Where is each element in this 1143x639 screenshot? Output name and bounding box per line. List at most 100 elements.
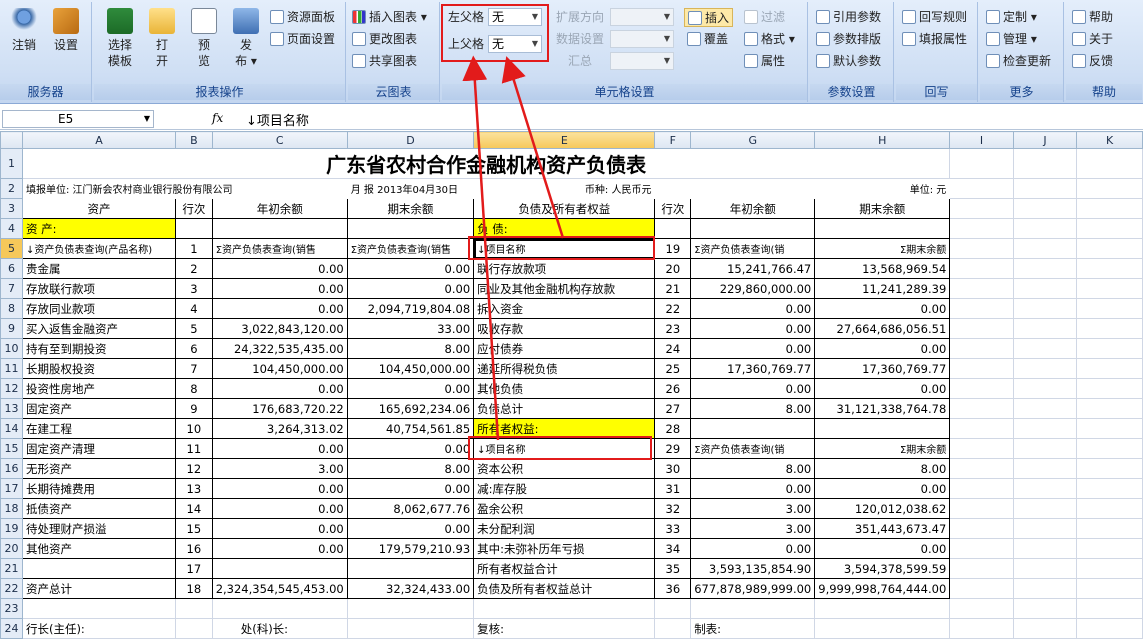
header-cell[interactable]: 资产 — [21, 198, 177, 219]
cell[interactable]: Σ资产负债表查询(销售 — [211, 238, 348, 259]
cell[interactable] — [175, 598, 213, 619]
cell[interactable]: 28 — [654, 418, 692, 439]
cell[interactable]: 递延所得税负债 — [473, 358, 656, 379]
cell[interactable]: 7 — [175, 358, 213, 379]
cell[interactable] — [690, 598, 816, 619]
cell[interactable] — [1076, 198, 1143, 219]
cell[interactable]: Σ期末余额 — [814, 438, 951, 459]
cell[interactable] — [655, 179, 691, 199]
cell[interactable] — [1012, 258, 1078, 279]
cell[interactable]: 吸收存款 — [473, 318, 656, 339]
cell[interactable]: 33 — [654, 518, 692, 539]
cell[interactable]: 8.00 — [690, 458, 816, 479]
row-header[interactable]: 23 — [0, 598, 23, 619]
cell[interactable]: 8.00 — [346, 458, 475, 479]
cell[interactable]: 应付债券 — [473, 338, 656, 359]
cell[interactable]: 固定资产 — [21, 398, 177, 419]
row-header[interactable]: 16 — [0, 458, 23, 479]
cell[interactable]: 2,094,719,804.08 — [346, 298, 475, 319]
cell[interactable] — [1076, 538, 1143, 559]
cell[interactable]: 31 — [654, 478, 692, 499]
row-header[interactable]: 12 — [0, 378, 23, 399]
column-header[interactable]: H — [814, 131, 951, 149]
cell[interactable] — [1076, 458, 1143, 479]
cell[interactable]: Σ期末余额 — [814, 238, 951, 259]
cell[interactable]: 10 — [175, 418, 213, 439]
cell[interactable]: 负债及所有者权益总计 — [473, 578, 656, 599]
row-header[interactable]: 14 — [0, 418, 23, 439]
cell[interactable]: 0.00 — [346, 438, 475, 459]
open-button[interactable]: 打开 — [144, 8, 180, 78]
cell[interactable]: 104,450,000.00 — [346, 358, 475, 379]
cell[interactable]: 在建工程 — [21, 418, 177, 439]
header-cell[interactable]: 期末余额 — [346, 198, 475, 219]
cell[interactable] — [1012, 618, 1078, 639]
column-header[interactable]: C — [211, 131, 348, 149]
cell[interactable]: 17 — [175, 558, 213, 579]
cell[interactable]: 其他负债 — [473, 378, 656, 399]
cell[interactable] — [949, 558, 1014, 579]
cell[interactable]: 0.00 — [814, 478, 951, 499]
row-header[interactable]: 17 — [0, 478, 23, 499]
cell[interactable]: 17,360,769.77 — [814, 358, 951, 379]
column-header[interactable]: I — [949, 131, 1014, 149]
cell[interactable] — [1076, 318, 1143, 339]
column-header[interactable]: B — [175, 131, 213, 149]
cell[interactable]: 0.00 — [211, 378, 348, 399]
cell[interactable]: 9,999,998,764,444.00 — [814, 578, 951, 599]
cell[interactable]: 18 — [175, 578, 213, 599]
cell[interactable] — [1012, 518, 1078, 539]
cell[interactable]: 0.00 — [346, 278, 475, 299]
cell[interactable]: 0.00 — [690, 338, 816, 359]
help-button[interactable]: 帮助 — [1072, 8, 1113, 27]
cell[interactable]: 30 — [654, 458, 692, 479]
cell[interactable]: 未分配利润 — [473, 518, 656, 539]
property-button[interactable]: 属性 — [744, 52, 785, 71]
cell[interactable]: 所有者权益合计 — [473, 558, 656, 579]
report-title[interactable]: 广东省农村合作金融机构资产负债表 — [21, 148, 951, 179]
cell[interactable]: 15 — [175, 518, 213, 539]
cell[interactable]: 22 — [654, 298, 692, 319]
cell[interactable] — [1012, 498, 1078, 519]
header-cell[interactable]: 行次 — [175, 198, 213, 219]
cell[interactable] — [1012, 418, 1078, 439]
row-header[interactable]: 13 — [0, 398, 23, 419]
row-header[interactable]: 9 — [0, 318, 23, 339]
cell[interactable]: 资 产: — [21, 218, 177, 239]
cell[interactable]: 0.00 — [814, 298, 951, 319]
row-header[interactable]: 11 — [0, 358, 23, 379]
row-header[interactable]: 20 — [0, 538, 23, 559]
cover-mode-button[interactable]: 覆盖 — [687, 30, 728, 49]
cell[interactable]: 3.00 — [211, 458, 348, 479]
cell[interactable]: 其中:未弥补历年亏损 — [473, 538, 656, 559]
cell[interactable]: 存放联行款项 — [21, 278, 177, 299]
cell[interactable] — [1076, 518, 1143, 539]
cell[interactable]: 0.00 — [211, 518, 348, 539]
cell[interactable]: 3.00 — [690, 518, 816, 539]
cell[interactable]: 0.00 — [690, 538, 816, 559]
cell[interactable]: 负债总计 — [473, 398, 656, 419]
cell[interactable]: 0.00 — [814, 338, 951, 359]
resource-panel-button[interactable]: 资源面板 — [270, 8, 335, 27]
cell[interactable] — [1012, 478, 1078, 499]
cell[interactable]: 0.00 — [211, 438, 348, 459]
cell[interactable] — [1012, 438, 1078, 459]
cell[interactable]: 104,450,000.00 — [211, 358, 348, 379]
cell[interactable]: 12 — [175, 458, 213, 479]
cell[interactable]: 8.00 — [690, 398, 816, 419]
cell[interactable] — [949, 518, 1014, 539]
cell[interactable] — [473, 598, 656, 619]
cell[interactable] — [1012, 378, 1078, 399]
header-cell[interactable]: 负债及所有者权益 — [473, 198, 656, 219]
cell[interactable] — [175, 618, 213, 639]
cell[interactable]: 0.00 — [814, 378, 951, 399]
about-button[interactable]: 关于 — [1072, 30, 1113, 49]
cell[interactable] — [814, 598, 951, 619]
cell[interactable] — [691, 179, 815, 199]
cell[interactable] — [949, 258, 1014, 279]
cell[interactable]: 0.00 — [346, 258, 475, 279]
cell[interactable]: 月 报 2013年04月30日 — [347, 179, 473, 199]
cell[interactable]: 179,579,210.93 — [346, 538, 475, 559]
row-header[interactable]: 24 — [0, 618, 23, 639]
cell[interactable]: 币种: 人民币元 — [474, 179, 655, 199]
